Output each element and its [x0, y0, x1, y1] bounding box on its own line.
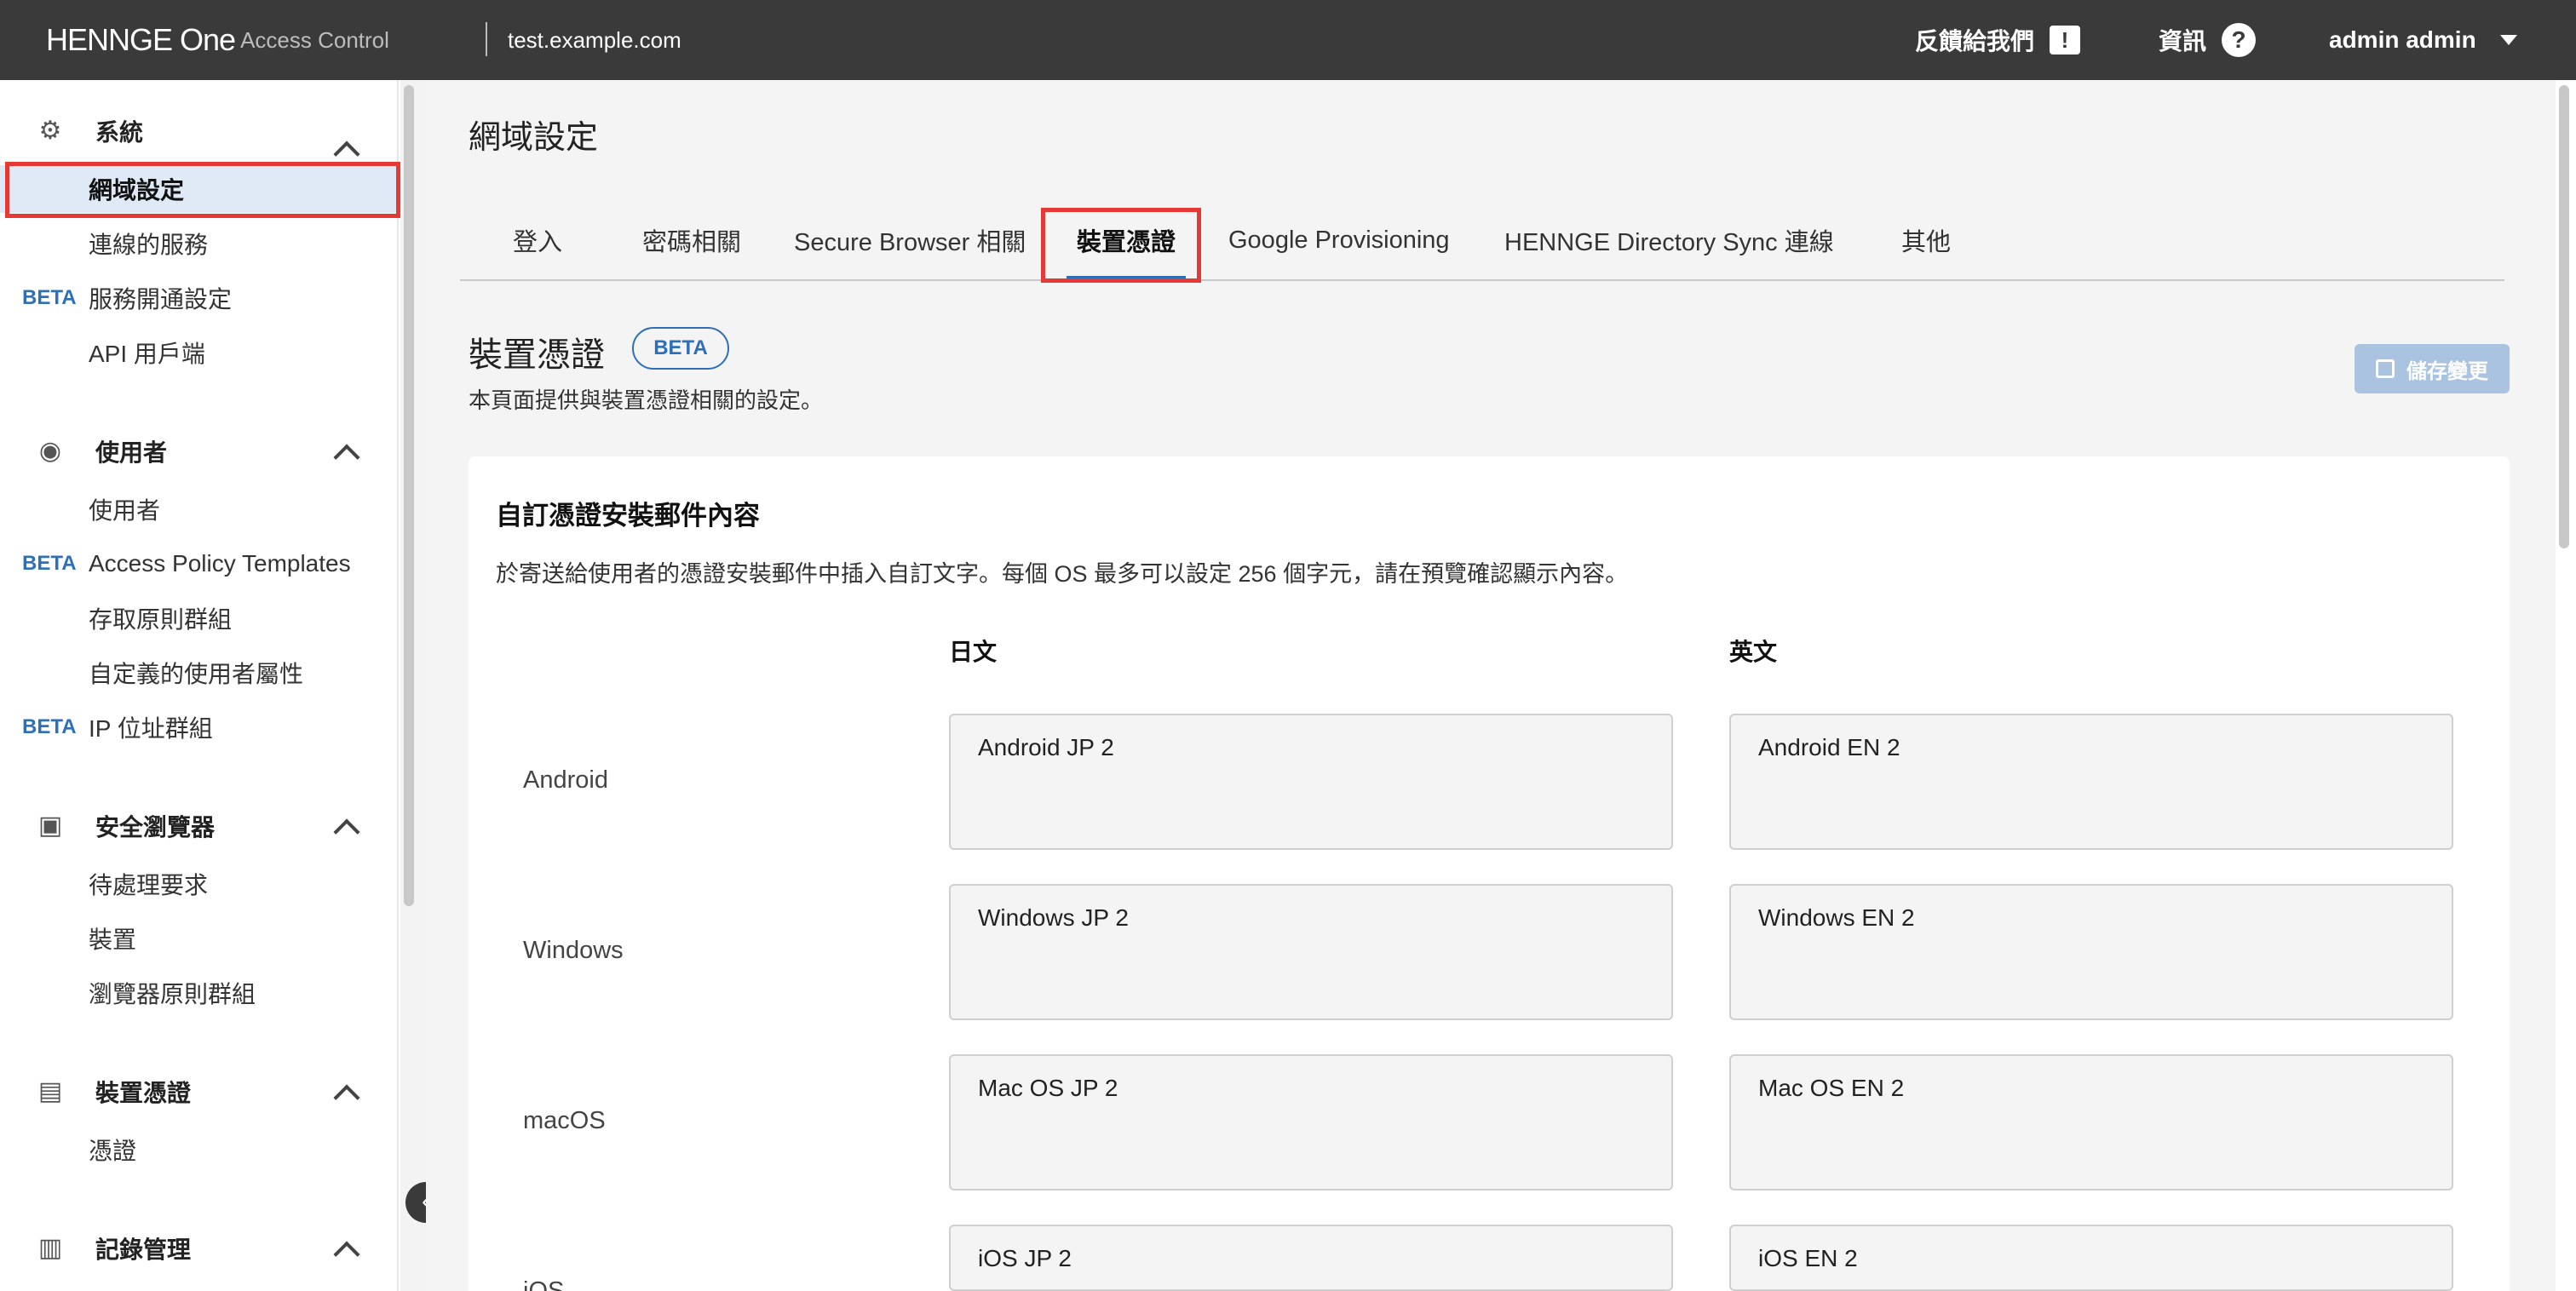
tab-other[interactable]: 其他 — [1901, 201, 1951, 279]
sidebar-item-label: 裝置 — [89, 927, 137, 953]
android-jp-textarea[interactable]: Android JP 2 — [949, 714, 1673, 850]
section-title: 使用者 — [95, 439, 168, 466]
chevron-up-icon[interactable] — [333, 1084, 360, 1111]
browser-window-icon: ▣ — [37, 812, 63, 840]
card-description: 於寄送給使用者的憑證安裝郵件中插入自訂文字。每個 OS 最多可以設定 256 個… — [496, 561, 1629, 587]
top-bar: HENNGE One Access Control test.example.c… — [0, 0, 2576, 80]
sidebar-item-connected-services[interactable]: 連線的服務 — [0, 220, 397, 267]
id-card-icon: ▤ — [37, 1077, 63, 1105]
henngeone-logo[interactable]: HENNGE One Access Control — [46, 19, 389, 61]
sidebar-item-label: IP 位址群組 — [89, 715, 213, 742]
beta-label: BETA — [22, 552, 77, 575]
tenant-domain: test.example.com — [508, 27, 681, 53]
user-name: admin admin — [2329, 26, 2476, 53]
sidebar-item-browser-policy-groups[interactable]: 瀏覽器原則群組 — [0, 969, 397, 1017]
section-description: 本頁面提供與裝置憑證相關的設定。 — [469, 387, 824, 413]
beta-label: BETA — [22, 286, 77, 309]
sidebar: ⚙ 系統 網域設定 連線的服務 BETA 服務開通設定 API 用戶端 ◉ 使用… — [0, 80, 399, 1291]
os-label-ios: iOS — [523, 1277, 565, 1291]
column-header-japanese: 日文 — [949, 639, 998, 665]
page-title: 網域設定 — [469, 120, 599, 156]
sidebar-section-users[interactable]: ◉ 使用者 — [0, 426, 397, 477]
sidebar-item-label: 自定義的使用者屬性 — [89, 661, 304, 687]
main-scrollbar[interactable] — [2559, 85, 2569, 548]
sidebar-item-label: 憑證 — [89, 1138, 137, 1164]
section-title: 系統 — [95, 119, 144, 146]
ios-jp-textarea[interactable]: iOS JP 2 — [949, 1225, 1673, 1291]
gear-icon: ⚙ — [38, 117, 62, 145]
highlight-box-sidebar — [5, 162, 400, 218]
logo-text: HENNGE One — [46, 22, 236, 57]
tab-bar: 登入 密碼相關 Secure Browser 相關 裝置憑證 Google Pr… — [460, 201, 2504, 281]
sidebar-section-secure-browser[interactable]: ▣ 安全瀏覽器 — [0, 800, 397, 852]
save-label: 儲存變更 — [2406, 359, 2488, 383]
tab-secure-browser[interactable]: Secure Browser 相關 — [794, 201, 1026, 279]
user-menu[interactable]: admin admin — [2329, 20, 2517, 60]
sidebar-scrollbar[interactable] — [404, 85, 414, 906]
os-label-macos: macOS — [523, 1107, 606, 1134]
tab-directory-sync[interactable]: HENNGE Directory Sync 連線 — [1504, 201, 1834, 279]
sidebar-item-api-clients[interactable]: API 用戶端 — [0, 329, 397, 376]
section-title: 安全瀏覽器 — [95, 814, 216, 841]
highlight-box-tab — [1041, 208, 1201, 283]
sidebar-item-users[interactable]: 使用者 — [0, 485, 397, 533]
beta-label: BETA — [22, 715, 77, 738]
android-en-textarea[interactable]: Android EN 2 — [1729, 714, 2453, 850]
windows-en-textarea[interactable]: Windows EN 2 — [1729, 884, 2453, 1020]
product-name: Access Control — [240, 26, 389, 53]
save-button[interactable]: 儲存變更 — [2355, 344, 2510, 393]
feedback-button[interactable]: 反饋給我們 ! — [1915, 20, 2081, 60]
info-label: 資訊 — [2159, 28, 2207, 55]
sidebar-item-label: Access Policy Templates — [89, 550, 351, 577]
os-label-windows: Windows — [523, 937, 624, 964]
sidebar-item-label: 瀏覽器原則群組 — [89, 981, 256, 1007]
sidebar-section-system[interactable]: ⚙ 系統 — [0, 106, 397, 168]
beta-badge: BETA — [632, 327, 729, 370]
macos-en-textarea[interactable]: Mac OS EN 2 — [1729, 1054, 2453, 1191]
column-header-english: 英文 — [1729, 639, 1778, 665]
sidebar-item-pending-requests[interactable]: 待處理要求 — [0, 860, 397, 908]
section-title: 裝置憑證 — [469, 336, 605, 374]
sidebar-item-certificates[interactable]: 憑證 — [0, 1126, 397, 1173]
bar-chart-icon: ▥ — [37, 1234, 63, 1262]
card-title: 自訂憑證安裝郵件內容 — [496, 501, 760, 531]
macos-jp-textarea[interactable]: Mac OS JP 2 — [949, 1054, 1673, 1191]
help-icon: ? — [2222, 23, 2257, 57]
chevron-up-icon[interactable] — [333, 1241, 360, 1268]
sidebar-item-ip-groups[interactable]: BETA IP 位址群組 — [0, 703, 397, 751]
feedback-icon: ! — [2050, 26, 2081, 55]
tab-login[interactable]: 登入 — [513, 201, 562, 279]
tab-google-provisioning[interactable]: Google Provisioning — [1228, 201, 1450, 279]
sidebar-item-label: 待處理要求 — [89, 872, 209, 898]
chevron-up-icon[interactable] — [333, 444, 360, 471]
windows-jp-textarea[interactable]: Windows JP 2 — [949, 884, 1673, 1020]
os-label-android: Android — [523, 766, 608, 794]
user-circle-icon: ◉ — [38, 437, 62, 465]
ios-en-textarea[interactable]: iOS EN 2 — [1729, 1225, 2453, 1291]
info-button[interactable]: 資訊 ? — [2159, 20, 2257, 60]
sidebar-item-custom-attributes[interactable]: 自定義的使用者屬性 — [0, 649, 397, 697]
sidebar-item-label: API 用戶端 — [89, 341, 205, 367]
section-title: 裝置憑證 — [95, 1080, 192, 1106]
header-divider — [486, 22, 487, 56]
sidebar-item-provisioning[interactable]: BETA 服務開通設定 — [0, 274, 397, 322]
chevron-up-icon[interactable] — [333, 818, 360, 846]
sidebar-section-device-certificate[interactable]: ▤ 裝置憑證 — [0, 1066, 397, 1117]
sidebar-item-devices[interactable]: 裝置 — [0, 915, 397, 962]
sidebar-item-label: 存取原則群組 — [89, 606, 233, 633]
tab-password[interactable]: 密碼相關 — [642, 201, 741, 279]
section-title: 記錄管理 — [95, 1236, 192, 1263]
sidebar-section-logs[interactable]: ▥ 記錄管理 — [0, 1223, 397, 1274]
sidebar-item-label: 使用者 — [89, 497, 161, 524]
save-icon — [2376, 359, 2395, 378]
sidebar-item-access-policy-templates[interactable]: BETA Access Policy Templates — [0, 540, 397, 588]
sidebar-item-label: 服務開通設定 — [89, 286, 233, 313]
chevron-down-icon — [2499, 35, 2517, 45]
feedback-label: 反饋給我們 — [1915, 28, 2035, 55]
sidebar-item-access-policy-groups[interactable]: 存取原則群組 — [0, 594, 397, 642]
sidebar-item-label: 連線的服務 — [89, 232, 209, 258]
